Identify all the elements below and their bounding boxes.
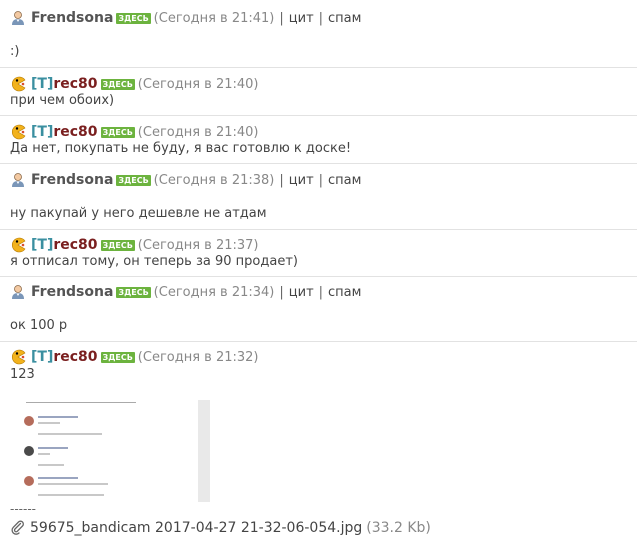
post-text: ну пакупай у него дешевле не атдам — [10, 206, 267, 221]
pacman-avatar-icon — [10, 237, 26, 253]
post: [T]rec80 ЗДЕСЬ (Сегодня в 21:40) при чем… — [0, 67, 637, 116]
user-avatar-icon — [10, 172, 26, 188]
post-time: (Сегодня в 21:40) — [137, 124, 259, 140]
post-text: Да нет, покупать не буду, я вас готовлю … — [10, 141, 352, 156]
post-header: [T]rec80 ЗДЕСЬ (Сегодня в 21:40) — [10, 123, 259, 141]
quote-link[interactable]: цит — [289, 173, 314, 188]
post-header: Frendsona ЗДЕСЬ (Сегодня в 21:38) | цит … — [10, 171, 361, 189]
separator: | — [279, 172, 284, 188]
post-header: [T]rec80 ЗДЕСЬ (Сегодня в 21:32) — [10, 348, 259, 366]
post: [T]rec80 ЗДЕСЬ (Сегодня в 21:37) я отпис… — [0, 229, 637, 277]
post-text: 123 — [10, 367, 35, 382]
post-time: (Сегодня в 21:38) — [153, 172, 275, 188]
post-time: (Сегодня в 21:34) — [153, 284, 275, 300]
attachment-divider: ------ — [10, 502, 36, 516]
spam-link[interactable]: спам — [328, 285, 361, 300]
spam-link[interactable]: спам — [328, 173, 361, 188]
here-badge: ЗДЕСЬ — [116, 12, 151, 24]
post-header: Frendsona ЗДЕСЬ (Сегодня в 21:34) | цит … — [10, 283, 361, 301]
post: [T]rec80 ЗДЕСЬ (Сегодня в 21:40) Да нет,… — [0, 115, 637, 164]
thumbnail-scrollbar — [198, 400, 210, 502]
user-avatar-icon — [10, 284, 26, 300]
author-name[interactable]: [T]rec80 — [31, 76, 98, 92]
post: Frendsona ЗДЕСЬ (Сегодня в 21:34) | цит … — [0, 276, 637, 342]
post-time: (Сегодня в 21:32) — [137, 349, 259, 365]
attachment-filename[interactable]: 59675_bandicam 2017-04-27 21-32-06-054.j… — [30, 520, 362, 536]
post-text: я отписал тому, он теперь за 90 продает) — [10, 254, 298, 269]
post-time: (Сегодня в 21:40) — [137, 76, 259, 92]
quote-link[interactable]: цит — [289, 285, 314, 300]
author-name[interactable]: Frendsona — [31, 10, 113, 26]
post-header: [T]rec80 ЗДЕСЬ (Сегодня в 21:40) — [10, 75, 259, 93]
quote-link[interactable]: цит — [289, 11, 314, 26]
pacman-avatar-icon — [10, 349, 26, 365]
post-header: Frendsona ЗДЕСЬ (Сегодня в 21:41) | цит … — [10, 9, 361, 27]
pacman-avatar-icon — [10, 124, 26, 140]
paperclip-icon — [10, 520, 26, 536]
here-badge: ЗДЕСЬ — [100, 239, 135, 251]
author-name[interactable]: [T]rec80 — [31, 237, 98, 253]
separator: | — [279, 10, 284, 26]
pacman-avatar-icon — [10, 76, 26, 92]
post-time: (Сегодня в 21:41) — [153, 10, 275, 26]
spam-link[interactable]: спам — [328, 11, 361, 26]
post-time: (Сегодня в 21:37) — [137, 237, 259, 253]
post-header: [T]rec80 ЗДЕСЬ (Сегодня в 21:37) — [10, 236, 259, 254]
post-text: :) — [10, 44, 20, 59]
post: Frendsona ЗДЕСЬ (Сегодня в 21:38) | цит … — [0, 163, 637, 230]
separator: | — [318, 10, 324, 26]
separator: | — [318, 172, 324, 188]
here-badge: ЗДЕСЬ — [100, 351, 135, 363]
here-badge: ЗДЕСЬ — [116, 174, 151, 186]
attachment-thumbnail[interactable] — [10, 400, 210, 502]
author-name[interactable]: [T]rec80 — [31, 124, 98, 140]
here-badge: ЗДЕСЬ — [116, 286, 151, 298]
here-badge: ЗДЕСЬ — [100, 78, 135, 90]
user-avatar-icon — [10, 10, 26, 26]
separator: | — [279, 284, 284, 300]
attachment-link[interactable]: 59675_bandicam 2017-04-27 21-32-06-054.j… — [10, 520, 431, 536]
attachment-size: (33.2 Kb) — [366, 520, 431, 536]
separator: | — [318, 284, 324, 300]
post-text: при чем обоих) — [10, 93, 115, 108]
post-text: ок 100 р — [10, 318, 68, 333]
author-name[interactable]: [T]rec80 — [31, 349, 98, 365]
author-name[interactable]: Frendsona — [31, 284, 113, 300]
author-name[interactable]: Frendsona — [31, 172, 113, 188]
post: Frendsona ЗДЕСЬ (Сегодня в 21:41) | цит … — [0, 0, 637, 68]
here-badge: ЗДЕСЬ — [100, 126, 135, 138]
